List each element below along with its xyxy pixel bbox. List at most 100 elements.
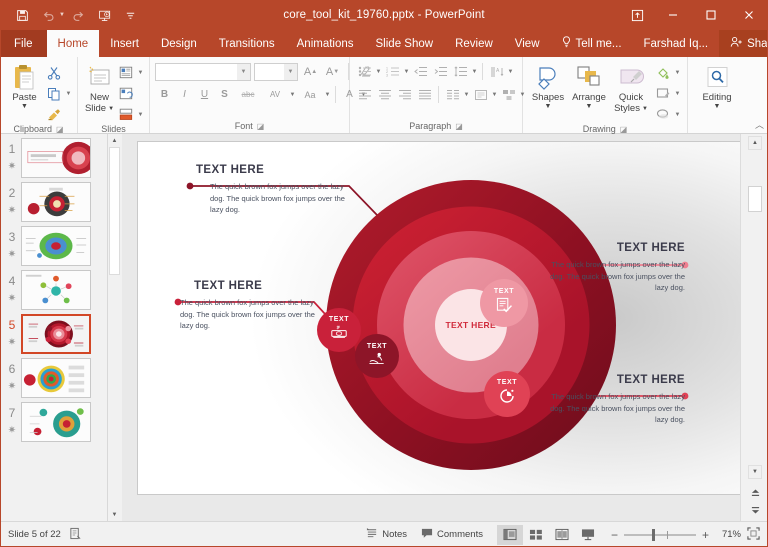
shape-fill-dropdown-icon[interactable]: ▼ [674,70,681,76]
undo-button[interactable] [36,4,60,26]
shape-outline-icon[interactable] [653,84,672,103]
comments-button[interactable]: Comments [421,527,483,542]
align-right-icon[interactable] [395,85,414,104]
character-spacing-dropdown-icon[interactable]: ▼ [289,92,296,98]
align-text-dropdown-icon[interactable]: ▼ [491,92,498,98]
reset-icon[interactable] [116,84,135,103]
italic-button[interactable]: I [175,85,194,104]
strikethrough-button[interactable]: abc [235,85,261,104]
bullets-icon[interactable] [355,62,374,81]
share-button[interactable]: Share [719,30,768,57]
format-painter-icon[interactable] [44,105,63,124]
redo-button[interactable] [67,4,91,26]
slide-counter[interactable]: Slide 5 of 22 [8,529,61,540]
customize-quick-access-button[interactable] [119,4,143,26]
font-name-input[interactable]: ▼ [155,62,251,81]
thumbnail-slide-3[interactable]: 3 ✷ [0,222,107,266]
text-direction-icon[interactable]: A [487,62,506,81]
new-slide-dropdown-icon[interactable]: ▼ [108,106,114,113]
tab-insert[interactable]: Insert [99,30,150,57]
paragraph-dialog-launcher[interactable]: ◪ [455,122,463,131]
previous-slide-button[interactable] [748,485,762,499]
notes-button[interactable]: Notes [366,527,407,542]
shapes-dropdown-icon[interactable]: ▼ [545,103,552,111]
change-case-button[interactable]: Aa [297,85,323,104]
thumbnail-slide-4[interactable]: 4 ✷ [0,266,107,310]
line-spacing-dropdown-icon[interactable]: ▼ [471,69,478,75]
slide-area-scrollbar[interactable]: ▲ ▼ [740,134,768,521]
clipboard-dialog-launcher[interactable]: ◪ [56,125,64,134]
shape-effects-dropdown-icon[interactable]: ▼ [674,112,681,118]
scroll-down-arrow-icon[interactable]: ▼ [108,508,121,521]
font-dialog-launcher[interactable]: ◪ [257,122,265,131]
align-left-icon[interactable] [355,85,374,104]
decrease-indent-icon[interactable] [411,62,430,81]
shapes-button[interactable]: Shapes ▼ [528,61,568,111]
thumbnail-pane-scrollbar[interactable]: ▲ ▼ [108,134,121,521]
text-shadow-button[interactable]: S [215,85,234,104]
thumbnail-preview[interactable] [21,182,91,222]
tell-me-search[interactable]: Tell me... [551,30,633,57]
scroll-up-arrow-icon[interactable]: ▲ [748,136,762,150]
shape-effects-icon[interactable] [653,105,672,124]
shape-fill-icon[interactable] [653,63,672,82]
thumbnail-slide-2[interactable]: 2 ✷ [0,178,107,222]
tab-review[interactable]: Review [444,30,504,57]
tab-design[interactable]: Design [150,30,208,57]
columns-icon[interactable] [443,85,462,104]
thumbnail-slide-6[interactable]: 6 ✷ [0,354,107,398]
arrange-button[interactable]: Arrange ▼ [568,61,610,111]
paste-button[interactable]: Paste ▼ [5,61,44,111]
tab-view[interactable]: View [504,30,551,57]
scrollbar-track[interactable] [108,147,121,508]
section-icon[interactable] [116,105,135,124]
justify-icon[interactable] [415,85,434,104]
bubble-top-left[interactable]: TEXT [355,334,399,378]
scrollbar-thumb[interactable] [748,186,762,212]
zoom-slider-thumb[interactable] [651,528,655,541]
character-spacing-button[interactable]: AV [262,85,288,104]
thumbnail-slide-5[interactable]: 5 ✷ [0,310,107,354]
scroll-down-arrow-icon[interactable]: ▼ [748,465,762,479]
tab-slide-show[interactable]: Slide Show [365,30,445,57]
minimize-button[interactable] [654,0,692,30]
smartart-icon[interactable] [499,85,518,104]
drawing-dialog-launcher[interactable]: ◪ [620,125,628,134]
underline-button[interactable]: U [195,85,214,104]
numbering-dropdown-icon[interactable]: ▼ [403,69,410,75]
collapse-ribbon-icon[interactable]: ︿ [755,118,764,131]
callout-top-left[interactable]: TEXT HERE The quick brown fox jumps over… [196,164,376,216]
editing-button[interactable]: Editing ▼ [696,61,738,111]
current-slide[interactable]: TEXT HERE TEXT TEXT $ TEXT TEXT TEXT HER… [138,142,743,494]
slide-show-button[interactable] [575,525,601,545]
bold-button[interactable]: B [155,85,174,104]
tab-home[interactable]: Home [46,30,100,57]
section-dropdown-icon[interactable]: ▼ [137,112,144,118]
callout-top-right[interactable]: TEXT HERE The quick brown fox jumps over… [535,242,685,294]
slide-thumbnail-pane[interactable]: 1 ✷ 2 ✷ 3 ✷ 4 ✷ 5 ✷ 6 ✷ 7 ✷ [0,134,108,521]
ribbon-display-options-button[interactable] [620,0,654,30]
layout-dropdown-icon[interactable]: ▼ [137,70,144,76]
tab-transitions[interactable]: Transitions [208,30,286,57]
scroll-up-arrow-icon[interactable]: ▲ [108,134,121,147]
quick-styles-dropdown-icon[interactable]: ▼ [642,106,648,113]
text-direction-dropdown-icon[interactable]: ▼ [507,69,514,75]
thumbnail-preview[interactable] [21,314,91,354]
normal-view-button[interactable] [496,524,523,545]
change-case-dropdown-icon[interactable]: ▼ [324,92,331,98]
zoom-level[interactable]: 71% [715,529,741,540]
thumbnail-preview[interactable] [21,138,91,178]
slide-sorter-view-button[interactable] [523,525,549,545]
thumbnail-preview[interactable] [21,358,91,398]
tab-animations[interactable]: Animations [286,30,365,57]
decrease-font-size-button[interactable]: A ▼ [323,62,342,81]
new-slide-icon[interactable] [87,63,113,93]
increase-indent-icon[interactable] [431,62,450,81]
shape-outline-dropdown-icon[interactable]: ▼ [674,91,681,97]
zoom-out-button[interactable]: − [611,528,618,542]
callout-bottom-right[interactable]: TEXT HERE The quick brown fox jumps over… [535,374,685,426]
columns-dropdown-icon[interactable]: ▼ [463,92,470,98]
numbering-icon[interactable]: 123 [383,62,402,81]
zoom-in-button[interactable]: + [702,528,709,542]
quick-styles-button[interactable]: Quick Styles ▼ [610,61,652,115]
